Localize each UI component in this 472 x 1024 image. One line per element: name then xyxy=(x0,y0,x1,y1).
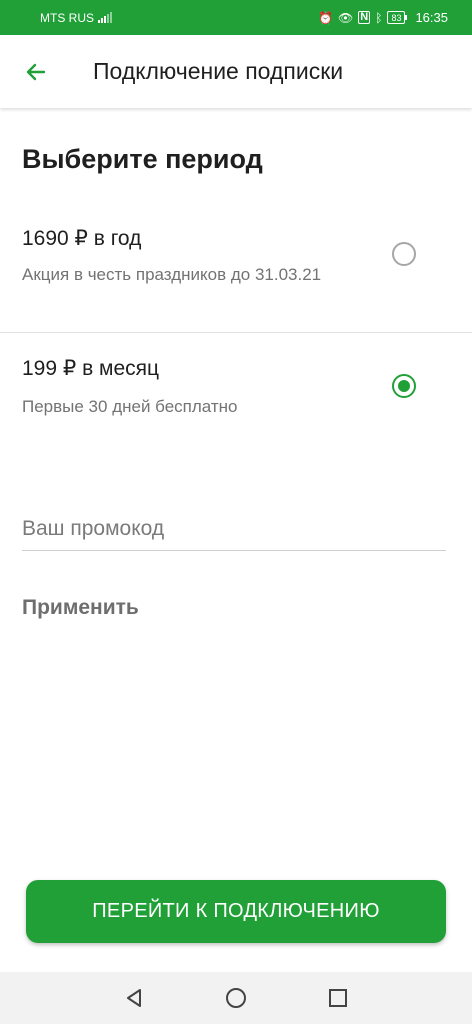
radio-yearly[interactable] xyxy=(392,242,416,266)
proceed-to-subscription-button[interactable]: ПЕРЕЙТИ К ПОДКЛЮЧЕНИЮ xyxy=(26,880,446,943)
period-option-yearly[interactable]: 1690 ₽ в год Акция в честь праздников до… xyxy=(0,218,472,333)
option-price: 199 ₽ в месяц xyxy=(22,357,160,380)
period-option-monthly[interactable]: 199 ₽ в месяц Первые 30 дней бесплатно xyxy=(0,334,472,434)
page-title: Подключение подписки xyxy=(93,58,344,84)
nav-home-button[interactable] xyxy=(224,986,248,1010)
battery-icon: 83 xyxy=(387,11,408,24)
status-time: 16:35 xyxy=(415,10,448,25)
status-bar: MTS RUS ⏰ 👁 N ᛒ 83 16:35 xyxy=(0,0,472,35)
system-nav-bar xyxy=(0,972,472,1024)
radio-selected-dot xyxy=(398,380,410,392)
battery-level: 83 xyxy=(391,12,402,23)
promo-code-input[interactable] xyxy=(22,508,446,551)
nfc-icon: N xyxy=(358,11,371,24)
back-button[interactable] xyxy=(16,52,56,92)
eye-comfort-icon: 👁 xyxy=(338,10,354,25)
alarm-icon: ⏰ xyxy=(318,10,334,25)
option-description: Акция в честь праздников до 31.03.21 xyxy=(22,265,322,284)
back-triangle-icon xyxy=(127,989,141,1007)
period-title: Выберите период xyxy=(22,144,263,174)
status-right: ⏰ 👁 N ᛒ 83 16:35 xyxy=(318,10,448,25)
bluetooth-icon: ᛒ xyxy=(375,10,383,25)
signal-strength-icon xyxy=(98,12,112,23)
carrier-name: MTS RUS xyxy=(40,10,94,25)
option-description: Первые 30 дней бесплатно xyxy=(22,397,238,416)
recents-square-icon xyxy=(329,989,347,1007)
radio-monthly[interactable] xyxy=(392,374,416,398)
apply-promo-button[interactable]: Применить xyxy=(22,596,139,620)
nav-recents-button[interactable] xyxy=(326,986,350,1010)
home-circle-icon xyxy=(226,988,246,1008)
nav-back-button[interactable] xyxy=(122,986,146,1010)
arrow-left-icon xyxy=(26,63,46,80)
app-bar: Подключение подписки xyxy=(0,35,472,108)
status-left: MTS RUS xyxy=(40,11,112,25)
option-price: 1690 ₽ в год xyxy=(22,227,142,250)
